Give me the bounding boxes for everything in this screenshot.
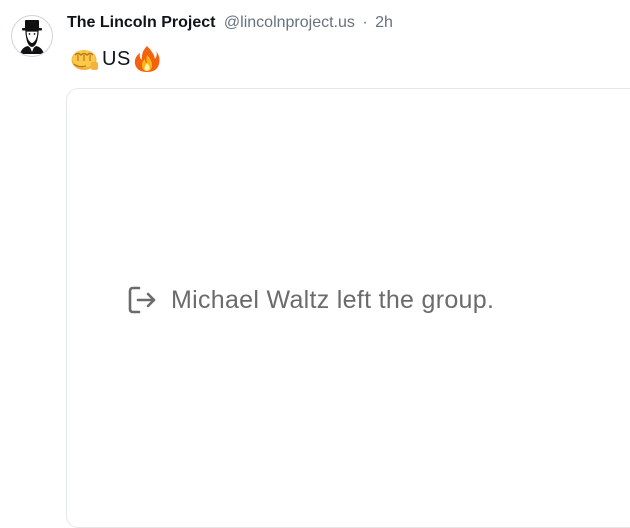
post: The Lincoln Project @lincolnproject.us ·… xyxy=(0,0,630,528)
author-name[interactable]: The Lincoln Project xyxy=(67,14,215,31)
leave-group-icon xyxy=(125,283,159,317)
author-handle[interactable]: @lincolnproject.us xyxy=(224,14,355,31)
post-header: The Lincoln Project @lincolnproject.us ·… xyxy=(67,12,393,34)
separator-dot: · xyxy=(362,14,368,31)
post-text: US xyxy=(69,42,162,76)
lincoln-portrait-icon xyxy=(13,17,51,55)
author-avatar[interactable] xyxy=(11,15,53,57)
media-card[interactable]: Michael Waltz left the group. xyxy=(66,88,630,528)
system-message: Michael Waltz left the group. xyxy=(125,283,494,317)
oncoming-fist-emoji-icon xyxy=(69,44,99,74)
fire-emoji-icon xyxy=(132,44,162,74)
post-body-text: US xyxy=(102,47,131,70)
system-message-text: Michael Waltz left the group. xyxy=(171,285,495,314)
post-timestamp[interactable]: 2h xyxy=(375,14,393,31)
